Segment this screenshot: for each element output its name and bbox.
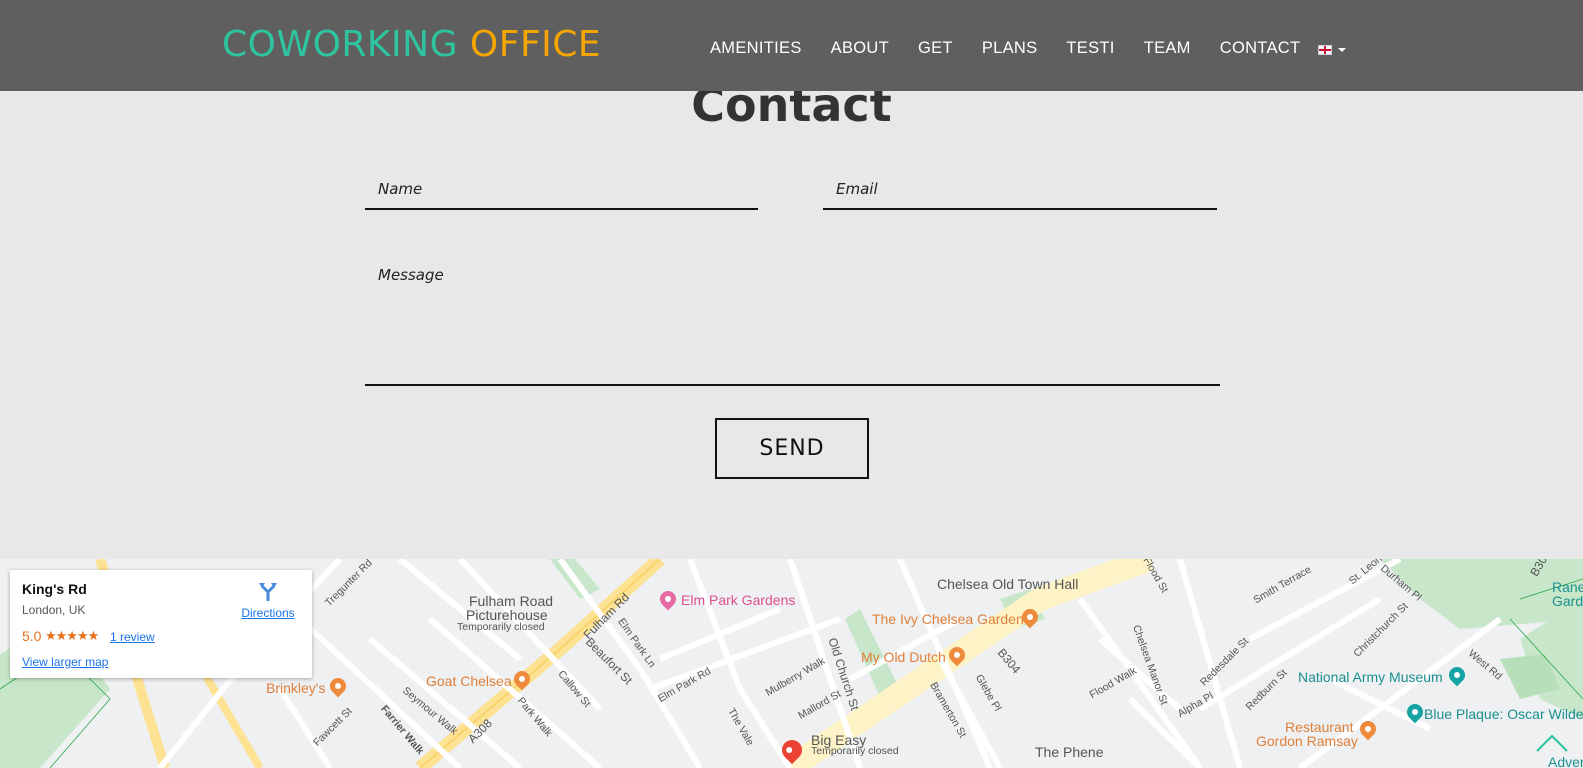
caret-down-icon (1338, 48, 1346, 52)
map-label-chelsea-old-town-hall: Chelsea Old Town Hall (937, 576, 1079, 592)
place-rating: 5.0 (22, 628, 42, 644)
view-larger-map-link[interactable]: View larger map (22, 655, 108, 669)
map-label-big-easy-status: Temporarily closed (811, 745, 899, 757)
top-navbar: COWORKING OFFICE AMENITIES ABOUT GET PLA… (0, 0, 1583, 91)
nav-testi[interactable]: TESTI (1066, 39, 1114, 58)
map-label-blue-plaque: Blue Plaque: Oscar Wilde (1424, 706, 1583, 722)
rating-stars-icon: ★★★★★ (45, 628, 99, 643)
map-label-national-army-museum: National Army Museum (1298, 669, 1443, 685)
uk-flag-icon (1318, 45, 1332, 55)
main-nav: AMENITIES ABOUT GET PLANS TESTI TEAM CON… (710, 39, 1329, 58)
place-name: King's Rd (22, 581, 87, 597)
map-label-gardens: Gard (1552, 593, 1583, 609)
map-label-temporarily-closed: Temporarily closed (457, 621, 545, 633)
nav-amenities[interactable]: AMENITIES (710, 39, 802, 58)
directions-icon (259, 583, 277, 601)
map-label-gordon-ramsay: Gordon Ramsay (1256, 733, 1358, 749)
site-logo[interactable]: COWORKING OFFICE (222, 24, 601, 65)
message-field[interactable] (365, 258, 1220, 386)
place-address: London, UK (22, 603, 86, 617)
language-dropdown[interactable] (1318, 45, 1346, 55)
scroll-to-top-icon[interactable] (1535, 733, 1569, 753)
map-label-my-old-dutch: My Old Dutch (861, 649, 946, 665)
map-label-brinkleys: Brinkley's (266, 680, 326, 696)
name-field[interactable] (365, 170, 758, 210)
reviews-link[interactable]: 1 review (110, 630, 155, 644)
map-label-ivy-chelsea-garden: The Ivy Chelsea Garden (872, 611, 1024, 627)
map-label-goat-chelsea: Goat Chelsea (426, 673, 512, 689)
nav-team[interactable]: TEAM (1144, 39, 1191, 58)
map-place-card: King's Rd London, UK 5.0 ★★★★★ 1 review … (10, 570, 312, 678)
map-label-adventure: Adventu (1548, 754, 1583, 768)
logo-text-office: OFFICE (469, 24, 602, 65)
email-field[interactable] (823, 170, 1217, 210)
map-label-elm-park-gardens: Elm Park Gardens (681, 592, 796, 608)
nav-about[interactable]: ABOUT (831, 39, 889, 58)
send-button[interactable]: SEND (715, 418, 869, 479)
nav-get[interactable]: GET (918, 39, 953, 58)
directions-button[interactable]: Directions (238, 580, 298, 620)
directions-label: Directions (241, 606, 295, 620)
nav-plans[interactable]: PLANS (982, 39, 1038, 58)
logo-text-coworking: COWORKING (222, 24, 458, 65)
map-label-the-phene: The Phene (1035, 744, 1104, 760)
nav-contact[interactable]: CONTACT (1220, 39, 1301, 58)
